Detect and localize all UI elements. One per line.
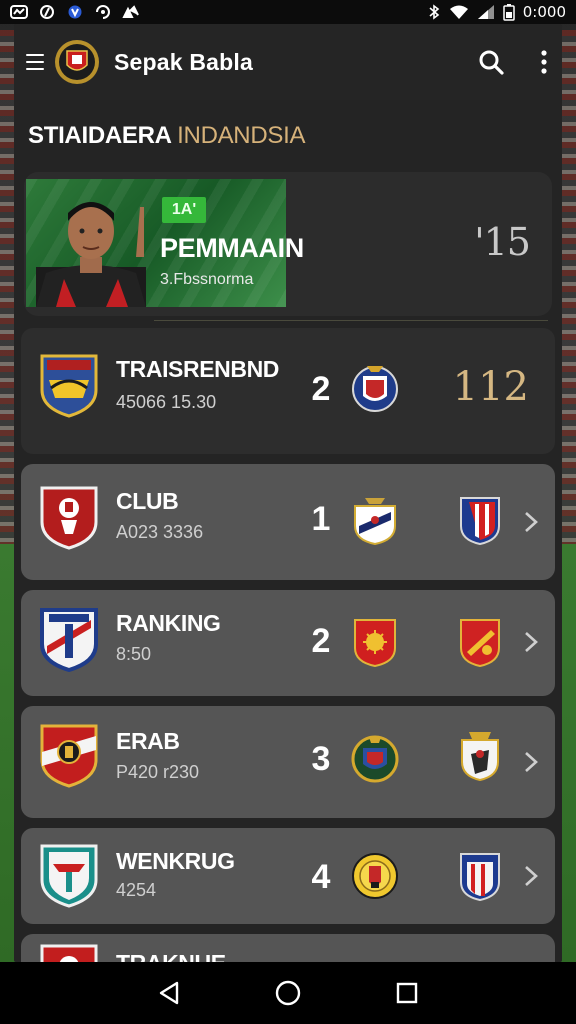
row-sub: A023 3336	[116, 522, 204, 542]
system-nav-bar	[0, 962, 576, 1024]
team-crest	[40, 944, 98, 962]
search-icon[interactable]	[478, 49, 504, 75]
app-icon-4	[96, 5, 110, 19]
featured-subtitle: 3.Fbssnorma	[160, 271, 254, 288]
list-item[interactable]: CLUB A023 3336 1	[21, 464, 555, 580]
opponent-crest-secondary	[461, 732, 499, 782]
row-sub: 45066 15.30	[116, 392, 217, 412]
team-crest	[40, 608, 98, 672]
app-window: Sepak Babla STIAIDAERA INDANDSIA 1A' PEM…	[14, 24, 562, 962]
row-rank: 2	[311, 622, 331, 660]
featured-title: PEMMAAIN	[160, 233, 304, 263]
app-icon-1	[10, 5, 28, 19]
opponent-crest-secondary	[460, 619, 500, 668]
list-item[interactable]: TRAKNUE	[21, 934, 555, 962]
signal-icon	[477, 5, 494, 19]
chevron-right-icon[interactable]	[521, 510, 541, 534]
row-name: TRAKNUE	[116, 950, 226, 962]
app-title: Sepak Babla	[114, 48, 253, 75]
row-rank: 1	[311, 500, 331, 538]
row-name: ERAB	[116, 728, 180, 754]
bluetooth-icon	[429, 4, 440, 20]
wifi-icon	[449, 5, 468, 19]
list-item[interactable]: RANKING 8:50 2	[21, 590, 555, 696]
section-title-part2: INDANDSIA	[177, 122, 306, 149]
list-item[interactable]: WENKRUG 4254 4	[21, 828, 555, 924]
app-icon-2	[40, 5, 54, 19]
featured-value: '15	[474, 220, 531, 264]
app-icon-3	[68, 5, 82, 19]
row-name: CLUB	[116, 488, 179, 514]
team-crest	[40, 486, 98, 550]
app-bar: Sepak Babla	[14, 24, 562, 100]
player-image	[36, 202, 146, 307]
list-item[interactable]: TRAISRENBND 45066 15.30 2 112	[21, 328, 555, 454]
more-vert-icon[interactable]	[540, 50, 548, 74]
row-name: WENKRUG	[116, 848, 235, 874]
section-title-part1: STIAIDAERA	[28, 122, 171, 149]
chevron-right-icon[interactable]	[521, 630, 541, 654]
opponent-crest	[352, 853, 398, 899]
row-rank: 3	[311, 740, 331, 778]
opponent-crest-secondary	[460, 853, 500, 902]
row-value: 112	[452, 364, 529, 410]
team-crest	[40, 354, 98, 418]
row-rank: 2	[311, 370, 331, 408]
section-title: STIAIDAERA INDANDSIA	[14, 100, 562, 150]
opponent-crest	[354, 498, 396, 546]
opponent-crest	[351, 735, 399, 783]
row-sub: P420 r230	[116, 762, 200, 782]
row-name: TRAISRENBND	[116, 356, 279, 382]
status-time: 0:000	[522, 3, 566, 21]
team-crest	[40, 724, 98, 788]
row-rank: 4	[311, 858, 331, 896]
featured-card[interactable]: 1A' PEMMAAIN 3.Fbssnorma '15	[24, 172, 552, 316]
featured-photo: 1A' PEMMAAIN 3.Fbssnorma	[26, 179, 304, 307]
back-triangle-icon[interactable]	[154, 978, 184, 1008]
featured-tag: 1A'	[162, 197, 206, 223]
opponent-crest	[354, 619, 396, 668]
battery-icon	[503, 4, 515, 21]
pitch-right	[560, 544, 576, 964]
app-icon-5	[122, 5, 139, 18]
opponent-crest	[352, 366, 398, 412]
club-logo	[55, 40, 99, 84]
row-sub: 8:50	[116, 644, 152, 664]
chevron-right-icon[interactable]	[521, 864, 541, 888]
list-item[interactable]: ERAB P420 r230 3	[21, 706, 555, 818]
home-circle-icon[interactable]	[273, 978, 303, 1008]
row-name: RANKING	[116, 610, 221, 636]
status-bar: 0:000	[0, 0, 576, 24]
opponent-crest-secondary	[460, 497, 500, 546]
row-sub: 4254	[116, 880, 157, 900]
team-crest	[40, 844, 98, 908]
divider	[154, 320, 548, 321]
recents-square-icon[interactable]	[392, 978, 422, 1008]
chevron-right-icon[interactable]	[521, 750, 541, 774]
menu-icon[interactable]	[26, 54, 44, 70]
